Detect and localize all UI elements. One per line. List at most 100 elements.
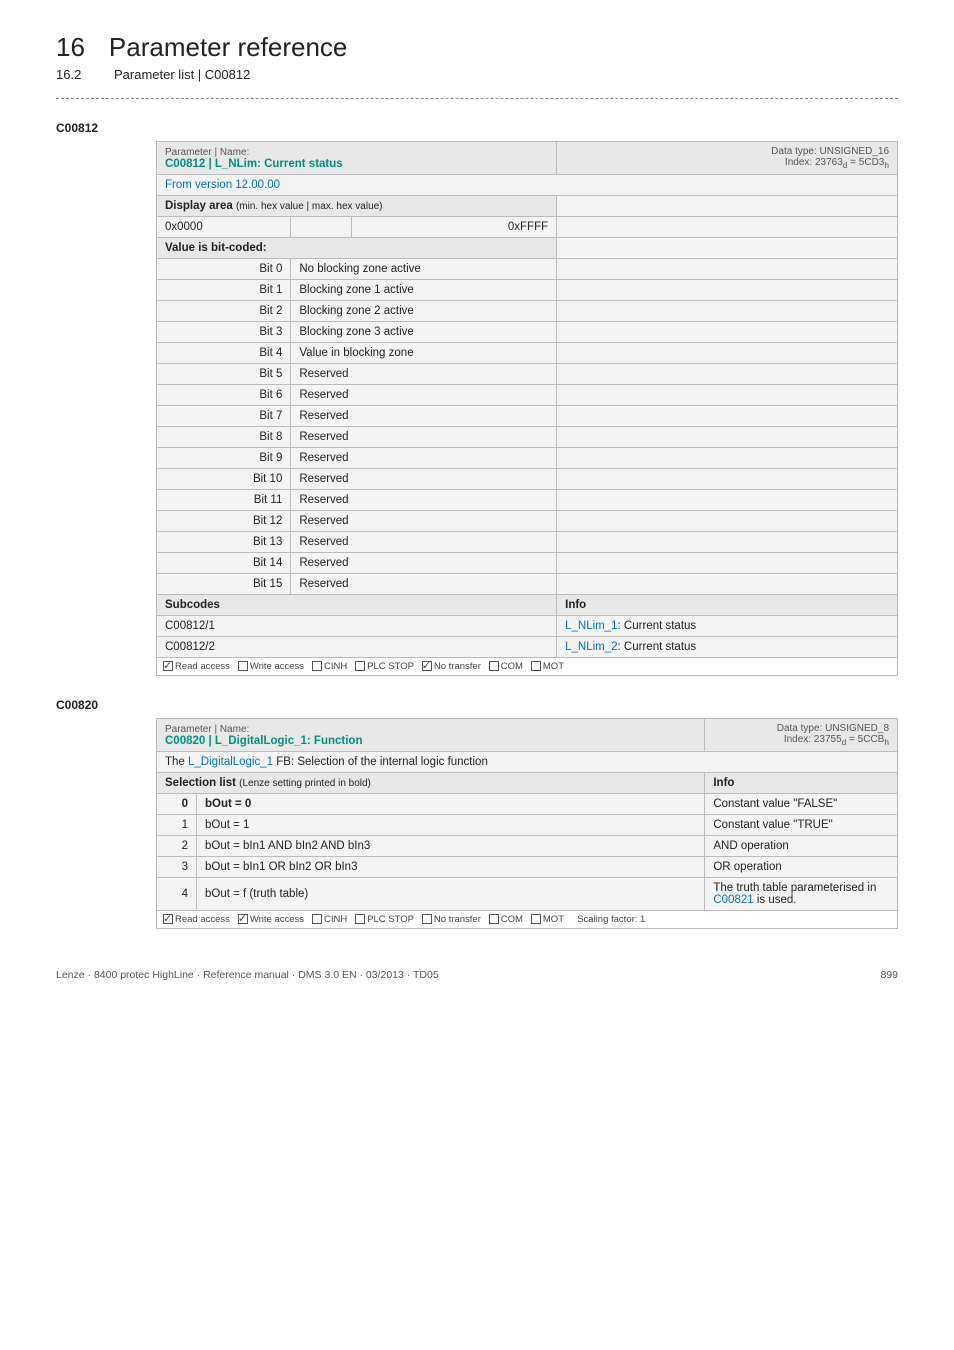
cinh-check (312, 661, 322, 671)
subcode-link[interactable]: L_NLim_2 (565, 641, 617, 653)
bit-label: Reserved (291, 490, 557, 511)
mot-check (531, 661, 541, 671)
bit-label: Reserved (291, 427, 557, 448)
display-area-hint: (min. hex value | max. hex value) (236, 201, 383, 212)
option-expression: bOut = 0 (197, 794, 705, 815)
section-number: 16.2 (56, 67, 90, 82)
bit-number: Bit 7 (157, 406, 291, 427)
option-expression: bOut = bIn1 AND bIn2 AND bIn3 (197, 836, 705, 857)
desc-link[interactable]: L_DigitalLogic_1 (188, 756, 273, 768)
hex-min: 0x0000 (157, 217, 291, 238)
write-access-check (238, 914, 248, 924)
divider (56, 98, 898, 99)
option-expression: bOut = f (truth table) (197, 878, 705, 911)
option-number: 3 (157, 857, 197, 878)
info-text: OR operation (713, 861, 781, 873)
bit-number: Bit 0 (157, 259, 291, 280)
com-check (489, 661, 499, 671)
no-transfer-check (422, 914, 432, 924)
scaling-factor: Scaling factor: 1 (577, 914, 645, 925)
param-table-c00812: Parameter | Name: C00812 | L_NLim: Curre… (156, 141, 898, 676)
option-number: 4 (157, 878, 197, 911)
bit-label: Blocking zone 3 active (291, 322, 557, 343)
bit-number: Bit 1 (157, 280, 291, 301)
info-label: Info (705, 773, 898, 794)
cinh-check (312, 914, 322, 924)
info-label: Info (557, 595, 898, 616)
bit-label: Blocking zone 1 active (291, 280, 557, 301)
plc-stop-check (355, 661, 365, 671)
display-area-label: Display area (165, 200, 233, 212)
option-number: 1 (157, 815, 197, 836)
param-id: C00820 (56, 698, 898, 712)
bit-number: Bit 4 (157, 343, 291, 364)
bit-number: Bit 11 (157, 490, 291, 511)
bit-number: Bit 6 (157, 385, 291, 406)
bit-label: Blocking zone 2 active (291, 301, 557, 322)
info-text: Constant value "FALSE" (713, 798, 837, 810)
bit-number: Bit 2 (157, 301, 291, 322)
bit-number: Bit 8 (157, 427, 291, 448)
info-text: Constant value "TRUE" (713, 819, 832, 831)
bit-label: Reserved (291, 553, 557, 574)
option-expression: bOut = 1 (197, 815, 705, 836)
bit-number: Bit 14 (157, 553, 291, 574)
bit-number: Bit 3 (157, 322, 291, 343)
subcode-suffix: : Current status (618, 641, 697, 653)
bit-number: Bit 9 (157, 448, 291, 469)
param-name: C00812 | L_NLim: Current status (165, 158, 343, 170)
param-id: C00812 (56, 121, 898, 135)
param-datatype: Data type: UNSIGNED_16 (771, 146, 889, 157)
subcode: C00812/2 (157, 637, 557, 658)
bit-number: Bit 5 (157, 364, 291, 385)
bit-label: Reserved (291, 511, 557, 532)
bit-label: No blocking zone active (291, 259, 557, 280)
subcodes-label: Subcodes (157, 595, 557, 616)
param-index: Index: 23763d = 5CD3h (785, 157, 889, 168)
read-access-check (163, 914, 173, 924)
info-link[interactable]: C00821 (713, 894, 753, 906)
selection-list-label: Selection list (165, 777, 236, 789)
param-name-label: Parameter | Name: (165, 147, 548, 158)
bit-number: Bit 13 (157, 532, 291, 553)
bit-number: Bit 10 (157, 469, 291, 490)
bit-label: Reserved (291, 574, 557, 595)
bit-label: Value in blocking zone (291, 343, 557, 364)
no-transfer-check (422, 661, 432, 671)
chapter-title: Parameter reference (109, 32, 347, 63)
subcode-suffix: : Current status (618, 620, 697, 632)
bit-label: Reserved (291, 532, 557, 553)
section-title: Parameter list | C00812 (114, 67, 250, 82)
param-datatype: Data type: UNSIGNED_8 (777, 723, 889, 734)
info-suffix: is used. (754, 894, 797, 906)
option-expression: bOut = bIn1 OR bIn2 OR bIn3 (197, 857, 705, 878)
param-index: Index: 23755d = 5CCBh (784, 734, 889, 745)
bit-number: Bit 12 (157, 511, 291, 532)
subcode: C00812/1 (157, 616, 557, 637)
option-number: 0 (157, 794, 197, 815)
option-number: 2 (157, 836, 197, 857)
plc-stop-check (355, 914, 365, 924)
footer-page-number: 899 (880, 969, 898, 981)
info-text: AND operation (713, 840, 788, 852)
bit-label: Reserved (291, 385, 557, 406)
param-name-label: Parameter | Name: (165, 724, 696, 735)
selection-hint: (Lenze setting printed in bold) (239, 778, 371, 789)
bit-coded-label: Value is bit-coded: (157, 238, 557, 259)
hex-max: 0xFFFF (352, 217, 557, 238)
subcode-link[interactable]: L_NLim_1 (565, 620, 617, 632)
param-table-c00820: Parameter | Name: C00820 | L_DigitalLogi… (156, 718, 898, 929)
footer-left: Lenze · 8400 protec HighLine · Reference… (56, 969, 439, 981)
bit-label: Reserved (291, 448, 557, 469)
bit-label: Reserved (291, 469, 557, 490)
desc-suffix: FB: Selection of the internal logic func… (273, 756, 488, 768)
write-access-check (238, 661, 248, 671)
bit-number: Bit 15 (157, 574, 291, 595)
version-link[interactable]: From version 12.00.00 (165, 179, 280, 191)
desc-prefix: The (165, 756, 188, 768)
bit-label: Reserved (291, 406, 557, 427)
info-prefix: The truth table parameterised in (713, 882, 876, 894)
bit-label: Reserved (291, 364, 557, 385)
mot-check (531, 914, 541, 924)
com-check (489, 914, 499, 924)
